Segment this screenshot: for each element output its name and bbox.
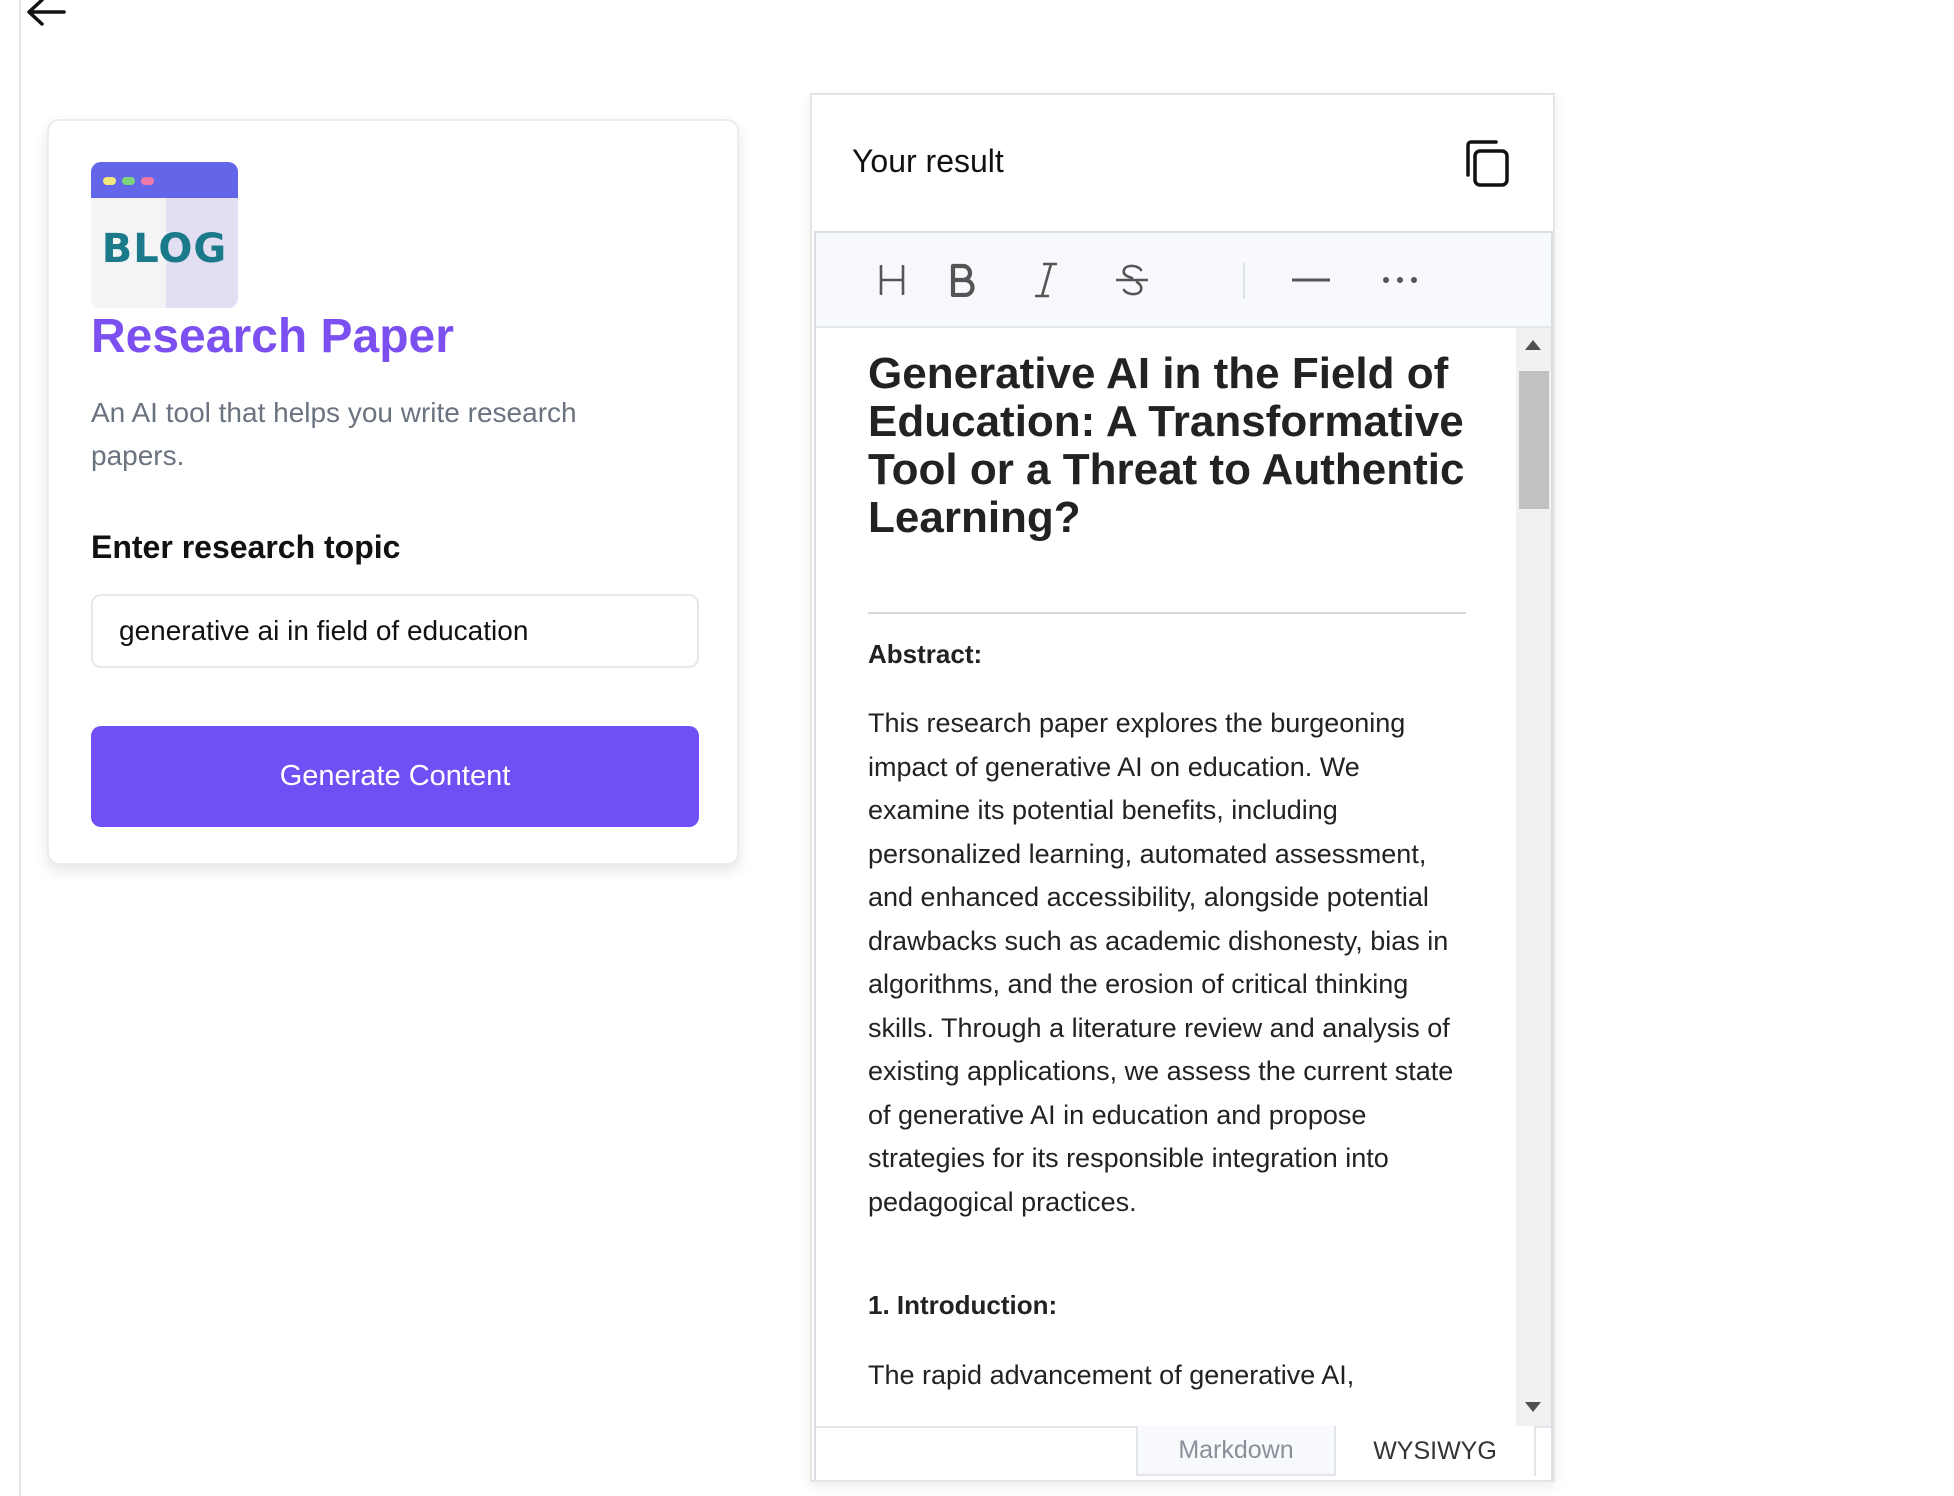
more-icon (1383, 277, 1417, 283)
tool-card: BLOG Research Paper An AI tool that help… (47, 119, 739, 865)
tab-wysiwyg[interactable]: WYSIWYG (1336, 1426, 1536, 1476)
editor-toolbar (816, 233, 1551, 328)
horizontal-rule-button[interactable] (1285, 254, 1337, 306)
heading-icon (879, 265, 905, 295)
page-left-border (19, 0, 21, 1496)
scrollbar-thumb[interactable] (1519, 371, 1549, 509)
horizontal-rule-icon (1292, 278, 1330, 282)
tool-title: Research Paper (91, 310, 454, 363)
strikethrough-icon (1116, 264, 1148, 296)
bold-icon (950, 263, 975, 297)
copy-icon (1466, 140, 1509, 187)
editor-content[interactable]: Generative AI in the Field of Education:… (816, 328, 1516, 1426)
scroll-up-arrow-icon[interactable] (1525, 340, 1541, 350)
editor-mode-tabs: Markdown WYSIWYG (816, 1426, 1551, 1480)
introduction-body: The rapid advancement of generative AI, (868, 1360, 1355, 1390)
abstract-heading: Abstract: (868, 639, 983, 669)
scroll-down-arrow-icon[interactable] (1525, 1402, 1541, 1412)
document-heading: Generative AI in the Field of Education:… (868, 349, 1465, 542)
blog-logo: BLOG (91, 162, 238, 308)
markdown-editor: Generative AI in the Field of Education:… (814, 231, 1553, 1480)
editor-scrollbar[interactable] (1516, 328, 1551, 1426)
back-button[interactable] (24, 0, 68, 30)
topic-field-label: Enter research topic (91, 529, 401, 565)
heading-divider (868, 612, 1466, 614)
copy-button[interactable] (1460, 137, 1512, 191)
tab-markdown[interactable]: Markdown (1136, 1426, 1336, 1476)
bold-button[interactable] (936, 254, 988, 306)
abstract-body: This research paper explores the burgeon… (868, 708, 1454, 1217)
logo-text: BLOG (101, 226, 228, 272)
strikethrough-button[interactable] (1106, 254, 1158, 306)
heading-button[interactable] (866, 254, 918, 306)
italic-button[interactable] (1020, 254, 1072, 306)
more-button[interactable] (1374, 254, 1426, 306)
introduction-heading: 1. Introduction: (868, 1290, 1058, 1320)
italic-icon (1035, 262, 1057, 298)
generate-content-button[interactable]: Generate Content (91, 726, 699, 827)
tool-description: An AI tool that helps you write research… (91, 397, 577, 471)
topic-input[interactable] (91, 594, 699, 668)
toolbar-divider (1243, 263, 1245, 299)
result-title: Your result (852, 143, 1004, 179)
arrow-left-icon (27, 0, 66, 26)
result-panel: Your result Generative AI in the Field o… (810, 93, 1555, 1482)
